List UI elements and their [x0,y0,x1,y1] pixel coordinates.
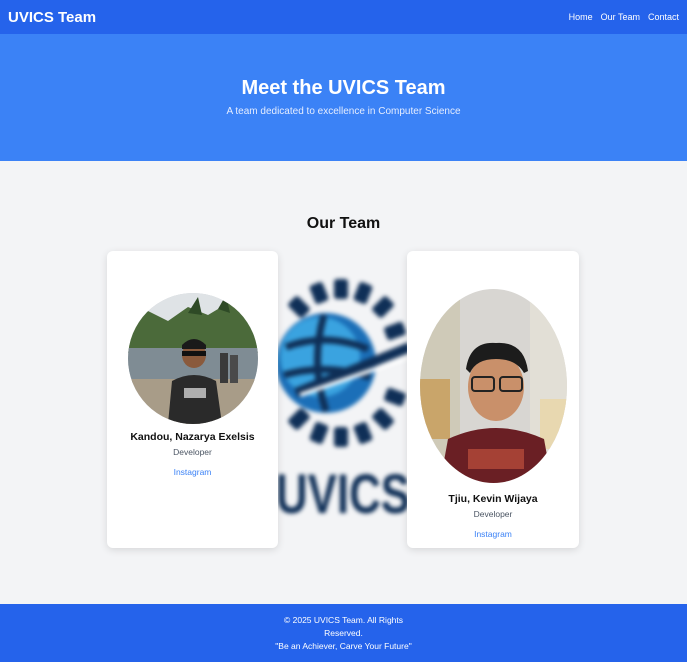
footer-motto: "Be an Achiever, Carve Your Future" [275,641,412,651]
hero-title: Meet the UVICS Team [241,77,446,99]
member-name: Kandou, Nazarya Exelsis [130,431,255,443]
footer-copyright: © 2025 UVICS Team. All Rights [283,615,404,625]
team-section: Our Team UVICS Kandou, Nazarya Exelsis D… [0,161,687,604]
footer-copyright-cont: Reserved. [324,628,363,638]
member-role: Developer [173,447,212,457]
footer: © 2025 UVICS Team. All Rights Reserved. … [0,604,687,662]
nav-link-home[interactable]: Home [569,12,593,22]
section-title: Our Team [306,215,381,232]
navbar: UVICS Team Home Our Team Contact [0,0,687,34]
member-photo [127,293,258,424]
member-photo [419,289,567,483]
member-role: Developer [473,509,513,519]
team-member-card: Kandou, Nazarya Exelsis Developer Instag… [107,251,278,548]
team-member-card: Tjiu, Kevin Wijaya Developer Instagram [407,251,579,548]
instagram-link[interactable]: Instagram [174,467,212,477]
hero-banner: Meet the UVICS Team A team dedicated to … [0,34,687,161]
nav-link-contact[interactable]: Contact [648,12,679,22]
watermark-text: UVICS [276,462,410,521]
nav-link-our-team[interactable]: Our Team [601,12,640,22]
member-name: Tjiu, Kevin Wijaya [448,493,538,505]
uvics-logo-watermark: UVICS [276,279,410,521]
instagram-link[interactable]: Instagram [474,529,512,539]
hero-subtitle: A team dedicated to excellence in Comput… [226,106,461,117]
brand-logo[interactable]: UVICS Team [8,9,96,26]
nav-links: Home Our Team Contact [569,12,679,22]
